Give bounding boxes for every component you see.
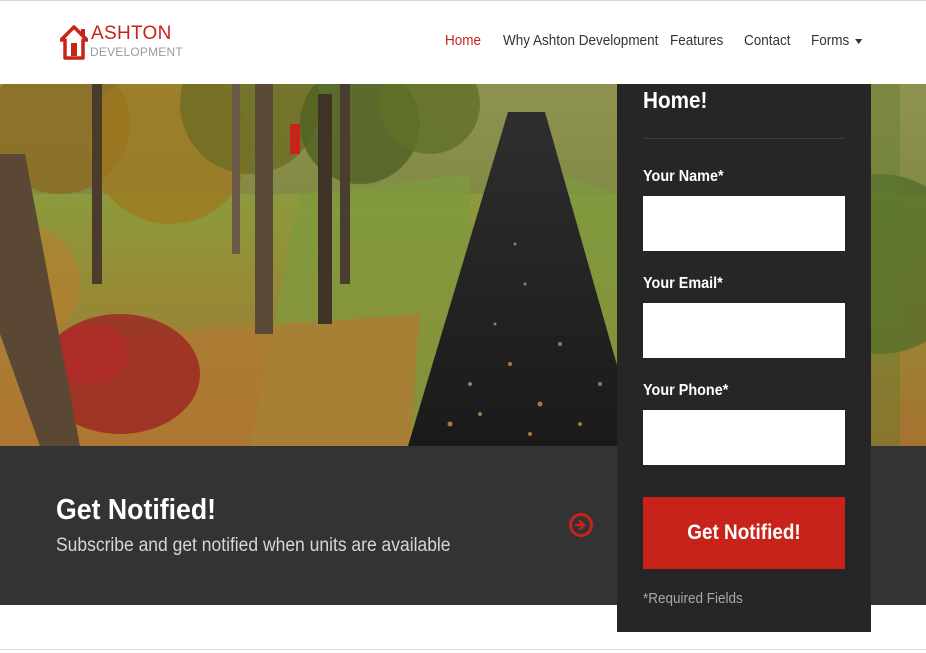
band-title: Get Notified! [56, 494, 217, 526]
nav-why-ashton[interactable]: Why Ashton Development [503, 32, 658, 49]
nav-features[interactable]: Features [670, 32, 723, 49]
arrow-right-glyph [574, 519, 586, 531]
signup-form-panel: Home! Your Name* Your Email* Your Phone*… [617, 84, 871, 632]
house-logo-icon [60, 25, 88, 60]
required-fields-note: *Required Fields [643, 590, 743, 607]
bottom-border [0, 649, 926, 650]
logo[interactable]: ASHTON DEVELOPMENT [60, 23, 183, 65]
nav-home[interactable]: Home [445, 32, 481, 49]
phone-field[interactable] [643, 410, 845, 465]
name-field[interactable] [643, 196, 845, 251]
nav-forms-dropdown[interactable]: Forms [811, 32, 862, 49]
submit-label: Get Notified! [687, 521, 801, 544]
form-title: Home! [643, 87, 708, 113]
get-notified-button[interactable]: Get Notified! [643, 497, 845, 569]
logo-name: ASHTON [91, 23, 172, 44]
band-subtitle: Subscribe and get notified when units ar… [56, 535, 451, 556]
name-label: Your Name* [643, 168, 724, 185]
circle-arrow-right-icon[interactable] [569, 513, 593, 537]
caret-down-icon [854, 38, 862, 44]
logo-tagline: DEVELOPMENT [90, 45, 183, 59]
form-divider [643, 138, 845, 139]
email-label: Your Email* [643, 275, 723, 292]
phone-label: Your Phone* [643, 382, 729, 399]
email-field[interactable] [643, 303, 845, 358]
nav-forms-label: Forms [811, 32, 850, 49]
site-header: ASHTON DEVELOPMENT Home Why Ashton Devel… [0, 1, 926, 84]
nav-contact[interactable]: Contact [744, 32, 791, 49]
